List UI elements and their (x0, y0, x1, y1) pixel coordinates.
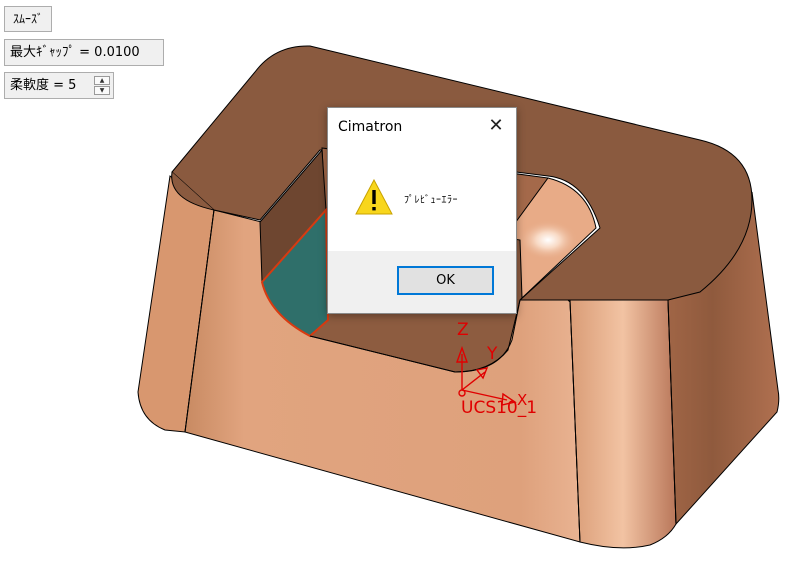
dialog-footer: OK (328, 251, 516, 313)
softness-label: 柔軟度 = (10, 78, 65, 93)
preview-error-dialog: Cimatron ✕ ﾌﾟﾚﾋﾞｭｰｴﾗｰ OK (327, 107, 517, 314)
softness-field[interactable]: 柔軟度 = 5 ▲ ▼ (4, 72, 114, 99)
max-gap-label: 最大ｷﾞｬｯﾌﾟ = (10, 45, 91, 60)
smooth-button[interactable]: ｽﾑｰｽﾞ (4, 6, 52, 32)
ucs-z-label: Z (457, 320, 469, 340)
warning-icon (355, 178, 393, 215)
ucs-triad[interactable]: Z Y X UCS10_1 (447, 318, 557, 428)
max-gap-value[interactable]: 0.0100 (94, 45, 140, 60)
ok-button[interactable]: OK (397, 266, 494, 295)
pocket-highlight (518, 220, 578, 260)
softness-value[interactable]: 5 (68, 78, 76, 93)
close-icon[interactable]: ✕ (486, 116, 506, 136)
ucs-name-label: UCS10_1 (461, 398, 538, 418)
dialog-message: ﾌﾟﾚﾋﾞｭｰｴﾗｰ (404, 195, 458, 206)
spin-down-button[interactable]: ▼ (94, 86, 110, 95)
front-right-corner (569, 299, 677, 549)
softness-spinner[interactable]: ▲ ▼ (94, 76, 110, 95)
spin-up-button[interactable]: ▲ (94, 76, 110, 85)
ucs-y-label: Y (487, 344, 498, 364)
dialog-title: Cimatron (338, 119, 403, 135)
max-gap-field[interactable]: 最大ｷﾞｬｯﾌﾟ = 0.0100 (4, 39, 164, 66)
